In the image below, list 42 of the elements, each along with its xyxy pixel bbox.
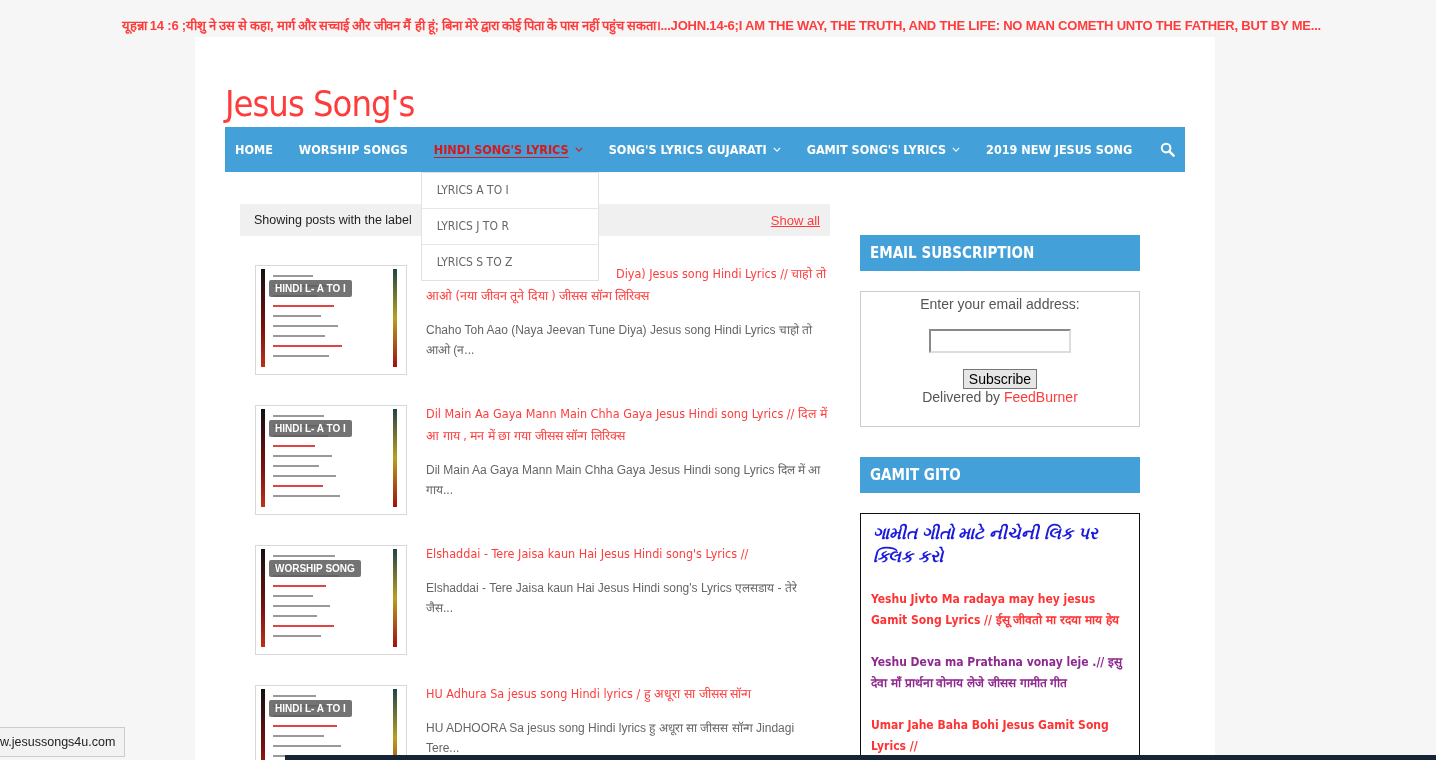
song-link[interactable]: Yeshu Deva ma Prathana vonay leje .// इसु देवा माँ प्रार्थना वोनाय लेजे जीसस गामीत गीत [871, 652, 1129, 694]
widget-heading: GAMIT GITO [860, 457, 1140, 493]
post-title-link[interactable]: Dil Main Aa Gaya Mann Main Chha Gaya Jesus Hindi song Lyrics // दिल में आ गाय , मन में छा गया जीसस सॉन्ग लिरिक्स [426, 403, 826, 447]
post-title-link[interactable]: HU Adhura Sa jesus song Hindi lyrics / हु अधूरा सा जीसस सॉन्ग [426, 683, 826, 705]
nav-item[interactable]: HOME [235, 142, 273, 157]
post-excerpt: HU ADHOORA Sa jesus song Hindi lyrics हु अधूरा सा जीसस सॉन्ग Jindagi Tere... [426, 720, 796, 757]
status-url: w.jesussongs4u.com [0, 727, 126, 757]
subscribe-button[interactable]: Subscribe [962, 369, 1038, 389]
feedburner-link[interactable]: FeedBurner [1003, 389, 1078, 405]
thumbnail[interactable]: HINDI L- A TO I [255, 265, 407, 375]
thumbnail[interactable]: HINDI L- A TO I [255, 405, 407, 515]
nav-item[interactable]: WORSHIP SONGS [298, 142, 408, 157]
intro-text: ગામીત ગીતો માટે નીચેની લિક પર ક્લિક કરો [872, 522, 1100, 568]
post-excerpt: Chaho Toh Aao (Naya Jeevan Tune Diya) Jesus song Hindi Lyrics चाहो तो आओ (न... [426, 322, 814, 359]
category-badge[interactable]: HINDI L- A TO I [269, 420, 352, 437]
ticker-text: यूहन्ना 14 :6 ;यीशु ने उस से कहा, मार्ग और सच्चाई और जीवन मैं ही हूं; बिना मेरे द्वारा कोई पिता के पास नहीं पहुंच सकता।...JOHN.14-6;I AM THE WAY, THE TRUTH, AND THE LIFE: NO MAN COMETH UNTO THE FATHER, BUT BY ME... [120, 17, 1323, 37]
post-title-link[interactable]: Elshaddai - Tere Jaisa kaun Hai Jesus Hindi song's Lyrics // [426, 543, 826, 565]
label-text: Showing posts with the label [254, 213, 412, 227]
email-prompt: Enter your email address: [920, 296, 1080, 312]
category-badge[interactable]: HINDI L- A TO I [269, 700, 352, 717]
thumbnail[interactable]: WORSHIP SONG [255, 545, 407, 655]
song-link[interactable]: Umar Jahe Baha Bohi Jesus Gamit Song Lyrics // [871, 715, 1129, 757]
caret-icon [772, 147, 781, 152]
widget-heading: EMAIL SUBSCRIPTION [860, 235, 1140, 271]
post-excerpt: Dil Main Aa Gaya Mann Main Chha Gaya Jesus Hindi song Lyrics दिल में आ गाय... [426, 462, 822, 499]
email-input[interactable] [929, 329, 1071, 353]
category-badge[interactable]: WORSHIP SONG [269, 560, 361, 577]
song-link[interactable]: Yeshu Jivto Ma radaya may hey jesus Gamit Song Lyrics // ईसू जीवतो मा रदया माय हेय [871, 589, 1129, 631]
nav-item[interactable]: SONG'S LYRICS GUJARATI [608, 142, 781, 157]
post-excerpt: Elshaddai - Tere Jaisa kaun Hai Jesus Hindi song's Lyrics एलसडाय - तेरे जैस... [426, 580, 798, 617]
nav-item[interactable]: GAMIT SONG'S LYRICS [806, 142, 961, 157]
search-icon[interactable] [1160, 142, 1175, 157]
nav-item[interactable]: 2019 NEW JESUS SONG [986, 142, 1133, 157]
caret-icon [574, 147, 583, 152]
dropdown-item[interactable]: LYRICS S TO Z [421, 244, 598, 280]
delivered-text: Delivered by [922, 389, 1000, 405]
dropdown-item[interactable]: LYRICS A TO I [421, 173, 598, 208]
category-badge[interactable]: HINDI L- A TO I [269, 280, 352, 297]
show-all-link[interactable]: Show all [770, 212, 820, 228]
thumbnail[interactable]: HINDI L- A TO I [255, 685, 407, 760]
caret-icon [952, 147, 961, 152]
site-title[interactable]: Jesus Song's [225, 81, 1185, 127]
